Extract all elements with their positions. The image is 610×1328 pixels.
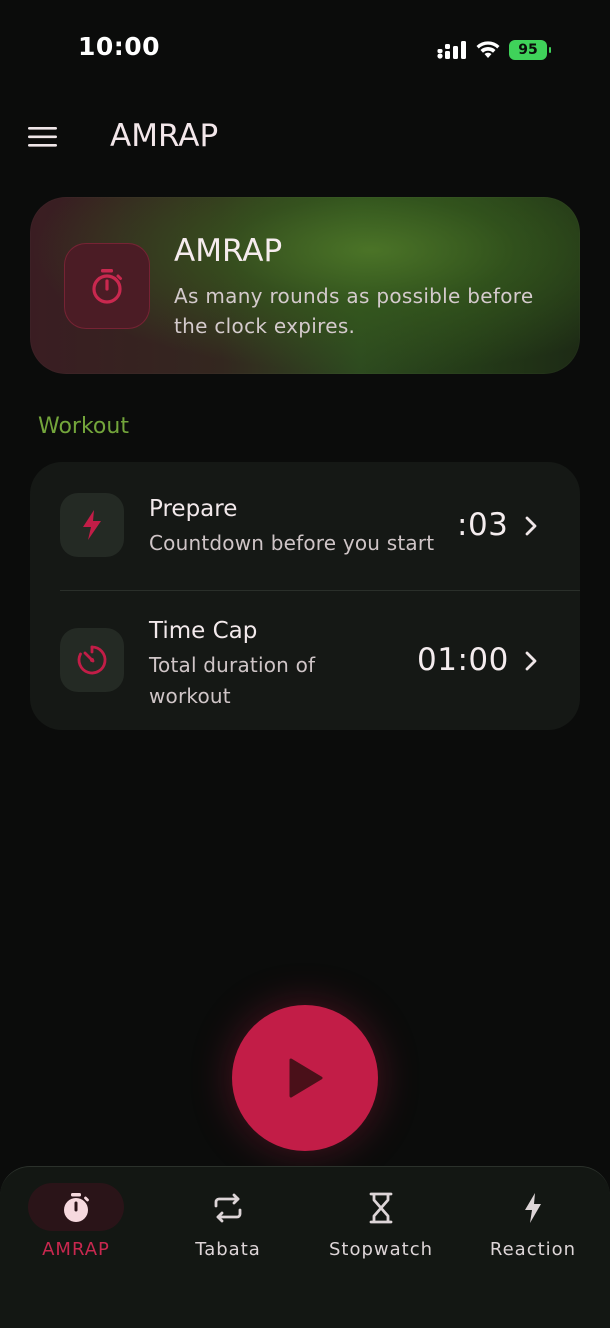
repeat-icon [214,1193,242,1223]
status-time: 10:00 [78,32,161,61]
prepare-title: Prepare [149,496,238,522]
bottom-navigation: AMRAP Tabata Stopwatch Reaction [0,1166,610,1328]
lightning-icon [83,510,101,540]
chevron-right-icon [525,651,537,671]
cellular-signal-icon [437,41,466,59]
hourglass-icon [369,1192,393,1224]
hero-title: AMRAP [174,233,283,269]
nav-item-amrap[interactable]: AMRAP [0,1183,152,1263]
page-title: AMRAP [110,118,219,154]
workout-settings-card: Prepare Countdown before you start :03 T… [30,462,580,730]
prepare-value: :03 [457,507,509,543]
wifi-icon [476,41,500,58]
hero-icon-box [64,243,150,329]
status-icons: 95 [437,38,551,62]
time-cap-value: 01:00 [417,642,509,678]
nav-label: Stopwatch [328,1239,434,1260]
prepare-subtitle: Countdown before you start [149,531,435,555]
time-cap-title: Time Cap [149,618,258,644]
play-icon [289,1058,323,1098]
setting-row-prepare[interactable]: Prepare Countdown before you start :03 [30,462,580,590]
section-label-workout: Workout [38,414,129,439]
nav-label: Reaction [489,1239,577,1260]
lightning-icon [525,1193,541,1223]
time-cap-subtitle-line2: workout [149,684,231,708]
setting-row-time-cap[interactable]: Time Cap Total duration of workout 01:00 [30,590,580,730]
nav-item-tabata[interactable]: Tabata [152,1183,304,1263]
hero-description: As many rounds as possible before the cl… [174,284,534,338]
stopwatch-icon [64,1193,89,1222]
nav-item-reaction[interactable]: Reaction [457,1183,609,1263]
battery-indicator: 95 [509,40,551,60]
prepare-icon-box [60,493,124,557]
battery-level: 95 [518,42,538,58]
stopwatch-icon [92,269,122,304]
time-cap-icon-box [60,628,124,692]
nav-label: AMRAP [42,1239,110,1260]
timer-off-icon [77,645,107,675]
play-button[interactable] [232,1005,378,1151]
menu-icon[interactable] [28,126,58,148]
mode-hero-card: AMRAP As many rounds as possible before … [30,197,580,374]
chevron-right-icon [525,516,537,536]
nav-label: Tabata [195,1239,261,1260]
nav-item-stopwatch[interactable]: Stopwatch [305,1183,457,1263]
time-cap-subtitle-line1: Total duration of [149,653,316,677]
